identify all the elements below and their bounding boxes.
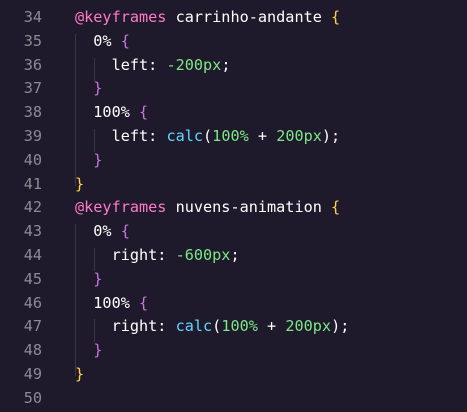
code-token: 0% bbox=[75, 222, 121, 241]
code-token: } bbox=[75, 174, 85, 193]
code-token: -600px bbox=[175, 246, 231, 264]
code-line[interactable]: 41} bbox=[0, 173, 467, 197]
code-token: } bbox=[93, 150, 103, 169]
code-token: calc bbox=[166, 127, 204, 145]
line-number: 50 bbox=[23, 388, 42, 407]
code-token: 100% bbox=[212, 127, 249, 145]
code-token: { bbox=[120, 222, 130, 241]
code-line[interactable]: 37 } bbox=[0, 77, 467, 101]
code-text[interactable]: } bbox=[75, 149, 102, 173]
code-token: right: bbox=[75, 246, 176, 264]
code-line[interactable]: 39 left: calc(100% + 200px); bbox=[0, 125, 467, 149]
code-text[interactable]: 100% { bbox=[75, 101, 148, 125]
code-text[interactable]: right: calc(100% + 200px); bbox=[75, 315, 350, 339]
code-token: { bbox=[139, 103, 149, 122]
code-line[interactable]: 47 right: calc(100% + 200px); bbox=[0, 315, 467, 339]
code-text[interactable]: left: calc(100% + 200px); bbox=[75, 125, 341, 149]
code-text[interactable]: @keyframes nuvens-animation { bbox=[75, 196, 340, 220]
code-token: + bbox=[257, 317, 286, 336]
code-token: nuvens-animation bbox=[166, 198, 332, 217]
code-token: left: bbox=[75, 127, 167, 145]
line-number: 41 bbox=[23, 174, 42, 193]
line-number: 47 bbox=[23, 317, 42, 336]
code-line[interactable]: 38 100% { bbox=[0, 101, 467, 125]
code-line[interactable]: 42 @keyframes nuvens-animation { bbox=[0, 196, 467, 220]
line-number: 49 bbox=[23, 365, 42, 383]
code-line[interactable]: 36 left: -200px; bbox=[0, 54, 467, 78]
code-token: calc bbox=[175, 317, 213, 336]
code-token: { bbox=[331, 8, 341, 26]
code-token: { bbox=[139, 293, 149, 312]
code-token: ; bbox=[221, 55, 231, 74]
code-text[interactable]: 0% { bbox=[75, 220, 130, 244]
code-line[interactable]: 34 @keyframes carrinho-andante { bbox=[0, 6, 467, 30]
line-number: 35 bbox=[23, 31, 42, 50]
code-text[interactable]: } bbox=[75, 268, 102, 292]
code-token: { bbox=[331, 198, 341, 217]
code-editor[interactable]: 34 @keyframes carrinho-andante {35 0% {36… bbox=[0, 0, 467, 412]
code-token: left: bbox=[75, 55, 167, 74]
code-token: ( bbox=[212, 317, 222, 336]
code-token: @keyframes bbox=[75, 198, 167, 217]
line-number: 36 bbox=[23, 55, 42, 74]
line-number: 34 bbox=[23, 8, 42, 26]
code-token: ); bbox=[331, 317, 350, 336]
code-token: 200px bbox=[276, 127, 322, 145]
code-text[interactable]: } bbox=[75, 339, 102, 363]
code-text[interactable]: @keyframes carrinho-andante { bbox=[75, 6, 340, 30]
code-token: ); bbox=[321, 127, 341, 145]
code-token: carrinho-andante bbox=[166, 8, 332, 26]
line-number: 46 bbox=[23, 293, 42, 312]
code-token: right: bbox=[75, 317, 176, 336]
code-token: 100% bbox=[75, 293, 140, 312]
code-token: -200px bbox=[166, 55, 222, 74]
code-token: } bbox=[93, 269, 103, 288]
code-line[interactable]: 46 100% { bbox=[0, 292, 467, 316]
code-line[interactable]: 35 0% { bbox=[0, 30, 467, 54]
line-number: 42 bbox=[23, 198, 42, 217]
code-text[interactable]: 0% { bbox=[75, 30, 130, 54]
code-line[interactable]: 45 } bbox=[0, 268, 467, 292]
code-token: @keyframes bbox=[75, 8, 167, 26]
code-line[interactable]: 44 right: -600px; bbox=[0, 244, 467, 268]
code-token: 100% bbox=[221, 317, 258, 336]
code-text[interactable]: } bbox=[75, 77, 102, 101]
code-token: + bbox=[248, 127, 277, 145]
code-token: 0% bbox=[75, 31, 121, 50]
code-line[interactable]: 48 } bbox=[0, 339, 467, 363]
line-number: 44 bbox=[23, 246, 42, 264]
code-token: } bbox=[93, 341, 103, 360]
code-text[interactable]: } bbox=[75, 363, 84, 387]
code-text[interactable]: 100% { bbox=[75, 292, 148, 316]
line-number: 45 bbox=[23, 269, 42, 288]
code-text[interactable]: } bbox=[75, 173, 84, 197]
code-token: } bbox=[75, 365, 85, 383]
line-number: 48 bbox=[23, 341, 42, 360]
code-token: { bbox=[120, 31, 130, 50]
line-number: 40 bbox=[23, 150, 42, 169]
code-token: ; bbox=[230, 246, 240, 264]
code-line[interactable]: 49} bbox=[0, 363, 467, 387]
line-number: 43 bbox=[23, 222, 42, 241]
code-line[interactable]: 40 } bbox=[0, 149, 467, 173]
code-token: 100% bbox=[75, 103, 140, 122]
code-text[interactable]: right: -600px; bbox=[75, 244, 240, 268]
line-number: 39 bbox=[23, 127, 42, 145]
line-number: 38 bbox=[23, 103, 42, 122]
code-token: 200px bbox=[285, 317, 332, 336]
line-number: 37 bbox=[23, 79, 42, 98]
code-text[interactable]: left: -200px; bbox=[75, 54, 231, 78]
code-line[interactable]: 43 0% { bbox=[0, 220, 467, 244]
code-token: ( bbox=[203, 127, 213, 145]
code-line[interactable]: 50 bbox=[0, 387, 467, 411]
code-token: } bbox=[93, 79, 103, 98]
